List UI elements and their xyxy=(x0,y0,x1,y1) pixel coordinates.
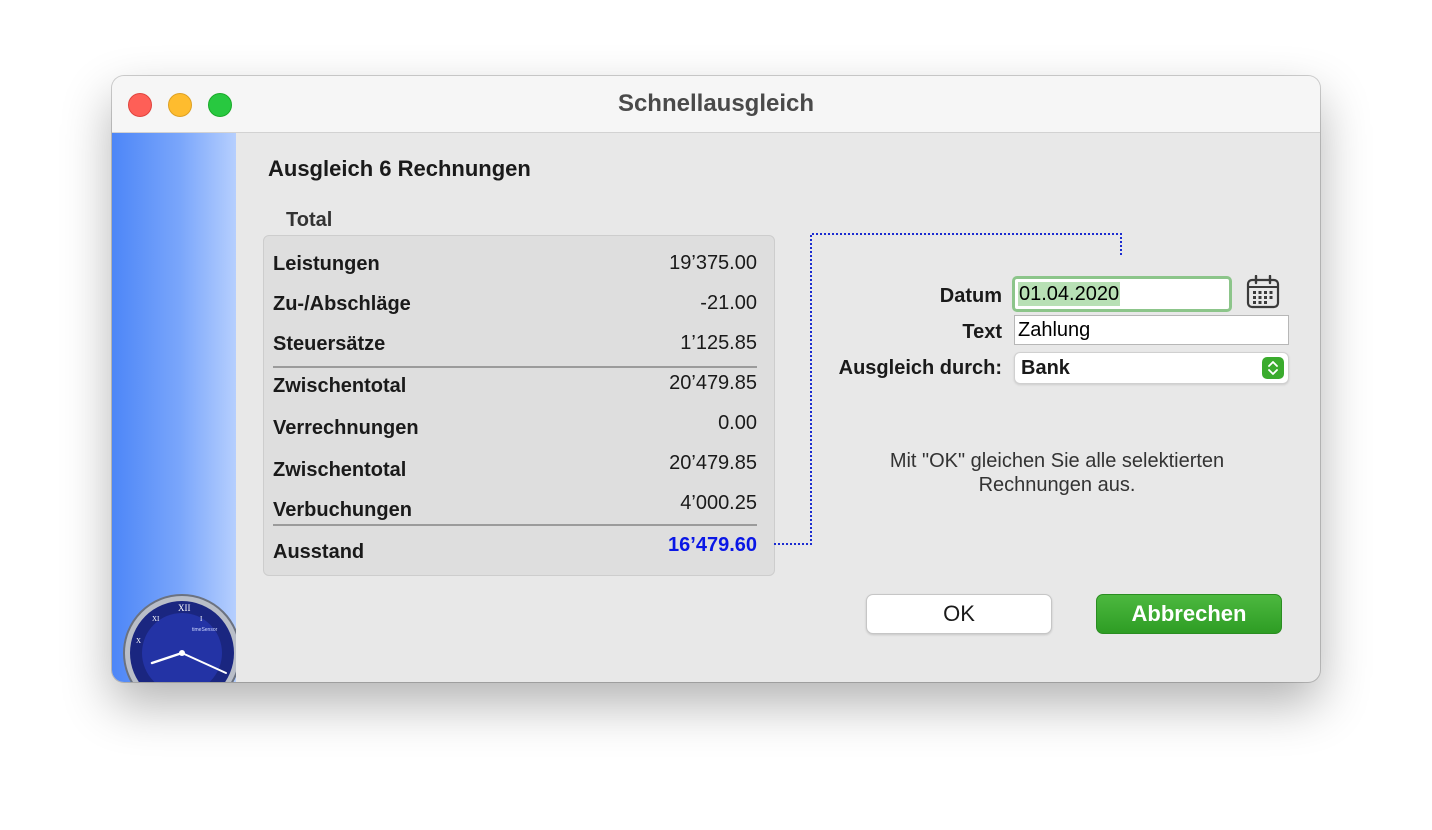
svg-text:X: X xyxy=(136,637,141,645)
steuersaetze-label: Steuersätze xyxy=(273,333,386,355)
ok-button[interactable]: OK xyxy=(866,594,1052,634)
clock-brand-text: timeSensor xyxy=(192,627,218,633)
svg-text:XII: XII xyxy=(178,603,191,613)
steuersaetze-value: 1’125.85 xyxy=(680,332,757,354)
info-line-2: Rechnungen aus. xyxy=(978,474,1136,496)
zwischentotal-1-value: 20’479.85 xyxy=(669,372,757,394)
verbuchungen-label: Verbuchungen xyxy=(273,499,412,521)
zwischentotal-2-label: Zwischentotal xyxy=(273,459,407,481)
info-message: Mit "OK" gleichen Sie alle selektierten … xyxy=(812,449,1302,497)
subtotal-divider xyxy=(273,366,757,368)
date-input-value[interactable]: 01.04.2020 xyxy=(1018,282,1121,306)
totals-panel: Leistungen 19’375.00 Zu-/Abschläge -21.0… xyxy=(263,235,775,576)
verbuchungen-value: 4’000.25 xyxy=(680,492,757,514)
zu-abschlaege-value: -21.00 xyxy=(700,292,757,314)
date-label: Datum xyxy=(939,285,1002,307)
payment-method-value: Bank xyxy=(1021,357,1070,379)
zwischentotal-1-label: Zwischentotal xyxy=(273,375,407,397)
date-field[interactable]: 01.04.2020 xyxy=(1012,276,1232,312)
text-label: Text xyxy=(962,321,1002,343)
verrechnungen-value: 0.00 xyxy=(718,412,757,434)
method-label: Ausgleich durch: xyxy=(838,357,1002,379)
zu-abschlaege-label: Zu-/Abschläge xyxy=(273,293,411,315)
clock-logo-icon: XII XI I X timeSensor xyxy=(123,594,236,682)
ausstand-label: Ausstand xyxy=(273,541,365,563)
info-line-1: Mit "OK" gleichen Sie alle selektierten xyxy=(889,450,1225,472)
text-input[interactable]: Zahlung xyxy=(1014,315,1289,345)
zwischentotal-2-value: 20’479.85 xyxy=(669,452,757,474)
leistungen-label: Leistungen xyxy=(273,253,380,275)
verrechnungen-label: Verrechnungen xyxy=(273,417,419,439)
dialog-heading: Ausgleich 6 Rechnungen xyxy=(268,156,531,181)
dialog-window: Schnellausgleich XII XI I X timeSensor A… xyxy=(112,76,1320,682)
leistungen-value: 19’375.00 xyxy=(669,252,757,274)
svg-text:XI: XI xyxy=(152,615,160,623)
payment-method-select[interactable]: Bank xyxy=(1014,352,1289,384)
ausstand-value: 16’479.60 xyxy=(668,534,757,556)
calendar-icon[interactable] xyxy=(1246,275,1280,309)
total-divider xyxy=(273,524,757,526)
updown-chevron-icon xyxy=(1262,357,1284,379)
window-title: Schnellausgleich xyxy=(617,90,815,117)
total-section-title: Total xyxy=(286,209,333,231)
title-bar: Schnellausgleich xyxy=(112,76,1320,133)
sidebar-banner: XII XI I X timeSensor xyxy=(112,133,236,682)
cancel-button[interactable]: Abbrechen xyxy=(1096,594,1282,634)
